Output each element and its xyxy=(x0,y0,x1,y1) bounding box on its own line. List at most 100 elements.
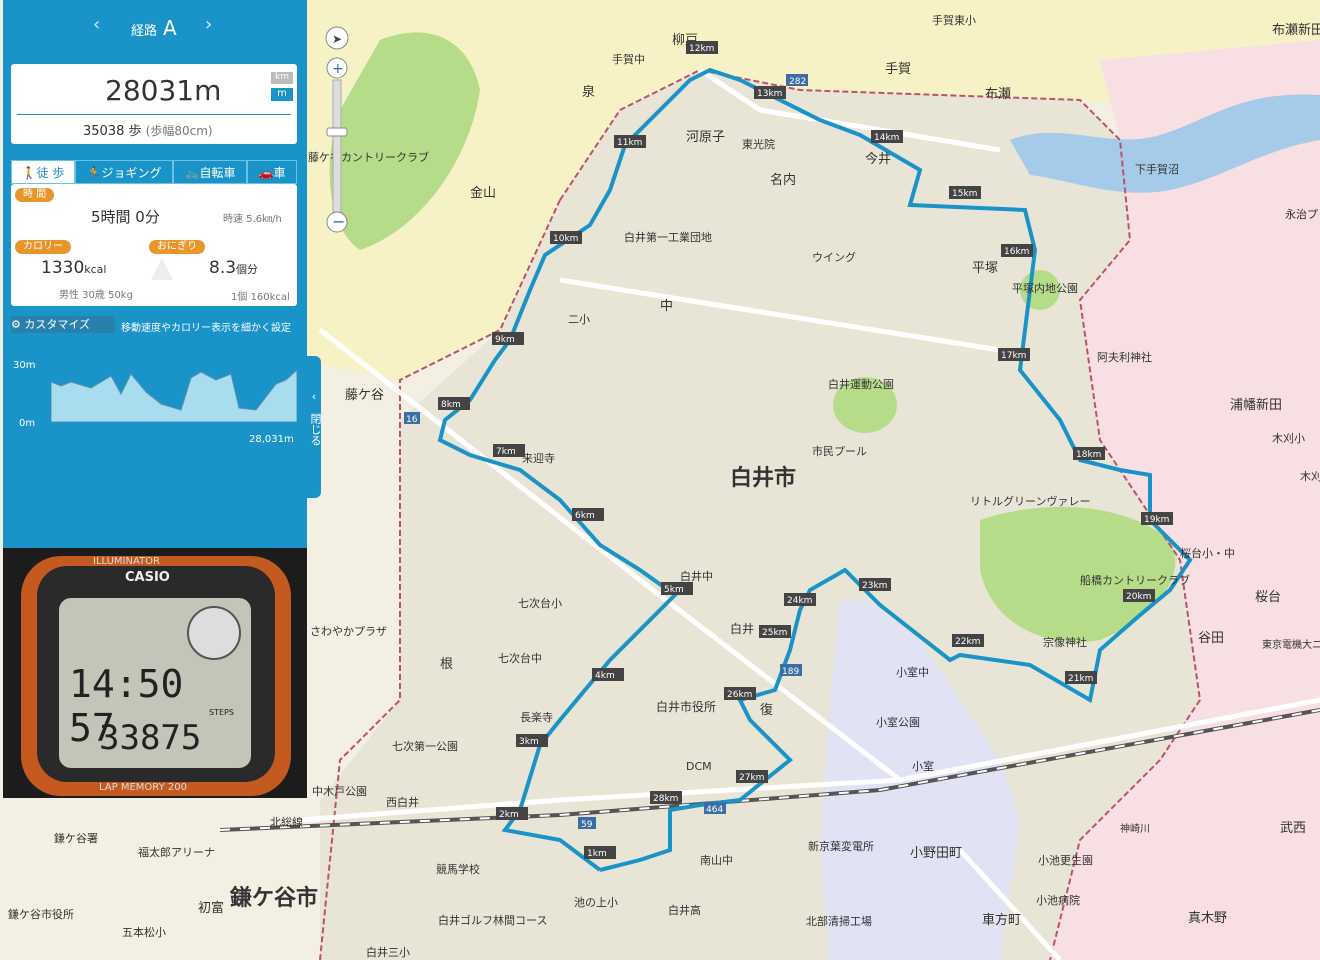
place-label: 布瀬 xyxy=(985,87,1011,102)
place-label: 木刈 xyxy=(1300,470,1320,483)
elev-distance: 28,031m xyxy=(249,434,294,445)
onigiri-per: 1個 160kcal xyxy=(231,292,290,303)
place-label: 永治プ xyxy=(1285,207,1318,221)
place-label: 二小 xyxy=(568,313,590,326)
tab-car[interactable]: 🚗車 xyxy=(247,160,297,184)
distance-card: 28031m km m 35038 歩 (歩幅80cm) xyxy=(11,64,297,144)
unit-km-button[interactable]: km xyxy=(271,72,293,84)
place-label: 手賀東小 xyxy=(932,13,976,27)
km-marker-label: 23km xyxy=(862,581,887,591)
route-header: ‹ 経路 A › xyxy=(3,6,307,42)
place-label: 白井市役所 xyxy=(656,699,716,714)
road-number: 59 xyxy=(581,820,593,830)
calorie-value: 1330kcal xyxy=(41,258,107,278)
place-label: 白井三小 xyxy=(366,945,410,959)
elevation-chart xyxy=(51,369,297,422)
car-icon: 🚗 xyxy=(258,166,274,180)
place-label: 真木野 xyxy=(1188,911,1227,926)
place-label: 白井運動公園 xyxy=(828,377,894,391)
place-label: 来迎寺 xyxy=(522,452,555,465)
place-label: 五本松小 xyxy=(122,925,166,939)
tab-jogging[interactable]: 🏃ジョギング xyxy=(75,160,173,184)
watch-bottom-label: LAP MEMORY 200 xyxy=(99,782,187,793)
watch-brand: CASIO xyxy=(125,570,170,585)
km-marker-label: 16km xyxy=(1004,247,1029,257)
km-marker-label: 25km xyxy=(762,628,787,638)
km-marker-label: 9km xyxy=(495,335,515,345)
road-number: 282 xyxy=(789,77,806,87)
place-label: 長楽寺 xyxy=(520,711,553,724)
place-label: 小池更生園 xyxy=(1038,853,1093,867)
km-marker-label: 18km xyxy=(1076,450,1101,460)
mode-tabs: 🚶徒 歩 🏃ジョギング 🚲自転車 🚗車 xyxy=(11,160,297,184)
customize-button[interactable]: ⚙ カスタマイズ xyxy=(11,316,115,333)
gear-icon: ⚙ xyxy=(11,318,25,331)
place-label: 初富 xyxy=(198,900,224,916)
place-label: 北部清掃工場 xyxy=(806,914,872,928)
place-label: 桜台 xyxy=(1255,590,1281,605)
km-marker-label: 12km xyxy=(689,44,714,54)
place-label: 白井高 xyxy=(668,903,701,917)
place-label: 阿夫利神社 xyxy=(1097,350,1152,364)
place-label: ウイング xyxy=(812,250,856,264)
prev-route-button[interactable]: ‹ xyxy=(93,14,100,35)
place-label: 名内 xyxy=(770,172,796,188)
steps-count: 35038 歩 (歩幅80cm) xyxy=(83,124,213,139)
place-label: 白井中 xyxy=(680,569,713,583)
place-label: 浦幡新田 xyxy=(1230,397,1282,413)
road-number: 16 xyxy=(406,415,418,425)
km-marker-label: 8km xyxy=(441,400,461,410)
km-marker-label: 1km xyxy=(587,849,607,859)
km-marker-label: 2km xyxy=(499,810,519,820)
watch-photo: ILLUMINATOR CASIO 14:50 57 STEPS 33875 L… xyxy=(3,548,307,798)
place-label: 新京葉変電所 xyxy=(808,839,874,853)
km-marker-label: 5km xyxy=(664,585,684,595)
place-label: 平塚 xyxy=(972,261,998,276)
place-label: 競馬学校 xyxy=(436,862,480,876)
watch-lcd: 14:50 57 STEPS 33875 xyxy=(59,598,251,768)
place-label: 木刈小 xyxy=(1272,432,1305,445)
km-marker-label: 22km xyxy=(955,637,980,647)
road-number: 464 xyxy=(706,805,723,815)
place-label: DCM xyxy=(686,760,712,773)
km-marker-label: 24km xyxy=(787,596,812,606)
route-panel: ‹ 経路 A › 28031m km m 35038 歩 (歩幅80cm) 🚶徒 … xyxy=(3,0,307,548)
road-number: 189 xyxy=(782,667,799,677)
customize-desc: 移動速度やカロリー表示を細かく設定 xyxy=(121,323,291,334)
place-label: 手賀 xyxy=(885,62,911,77)
place-label: 白井 xyxy=(730,621,754,636)
place-label: 小室中 xyxy=(896,665,929,679)
place-label: 宗像神社 xyxy=(1043,635,1087,649)
panel-close-tab[interactable]: ‹ 閉じる xyxy=(307,356,322,498)
elev-top: 30m xyxy=(13,360,36,371)
place-label: 神崎川 xyxy=(1120,822,1150,835)
zoom-slider-handle[interactable] xyxy=(326,127,348,137)
bike-icon: 🚲 xyxy=(184,166,200,180)
place-label: 鎌ケ谷署 xyxy=(54,831,98,845)
place-label: 南山中 xyxy=(700,854,733,867)
watch-steps-label: STEPS xyxy=(209,708,234,717)
place-label: 桜台小・中 xyxy=(1180,546,1235,560)
calorie-label: カロリー xyxy=(15,240,71,254)
km-marker-label: 17km xyxy=(1001,351,1026,361)
place-label: 北総線 xyxy=(270,815,303,829)
km-marker-label: 13km xyxy=(757,89,782,99)
place-label: 平塚内地公園 xyxy=(1012,281,1078,295)
next-route-button[interactable]: › xyxy=(205,14,212,35)
place-label: 船橋カントリークラブ xyxy=(1080,573,1190,587)
place-label: 藤ケ谷 xyxy=(345,388,384,403)
place-label: 西白井 xyxy=(386,795,419,809)
unit-m-button[interactable]: m xyxy=(271,88,293,101)
tab-walk[interactable]: 🚶徒 歩 xyxy=(11,160,75,184)
km-marker-label: 6km xyxy=(575,511,595,521)
km-marker-label: 20km xyxy=(1126,592,1151,602)
calorie-profile: 男性 30歳 50kg xyxy=(59,290,133,301)
place-label: 小池病院 xyxy=(1036,893,1080,907)
svg-text:+: + xyxy=(332,61,344,77)
tab-bicycle[interactable]: 🚲自転車 xyxy=(173,160,247,184)
place-label: 車方町 xyxy=(982,912,1021,928)
km-marker-label: 4km xyxy=(595,671,615,681)
compass-icon[interactable]: ➤ xyxy=(332,32,342,46)
place-label: 市民プール xyxy=(812,444,867,458)
place-label: 中 xyxy=(660,299,673,314)
